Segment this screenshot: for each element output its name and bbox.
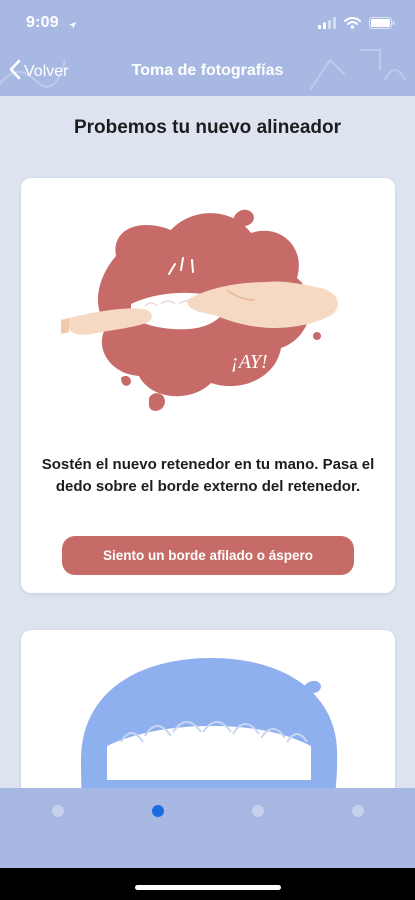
navigation-bar: Volver Toma de fotografías	[0, 52, 415, 92]
status-icons	[318, 16, 395, 34]
status-time: 9:09	[26, 14, 59, 31]
home-indicator-area	[0, 868, 415, 900]
page-dot-1[interactable]	[52, 805, 64, 817]
page-dot-4[interactable]	[352, 805, 364, 817]
page-dot-3[interactable]	[252, 805, 264, 817]
battery-icon	[369, 16, 395, 34]
page-indicator	[0, 788, 415, 868]
next-card	[21, 630, 395, 788]
home-indicator[interactable]	[135, 885, 281, 890]
cellular-signal-icon	[318, 16, 336, 34]
teeth-illustration	[81, 658, 338, 788]
instruction-text: Sostén el nuevo retenedor en tu mano. Pa…	[41, 456, 375, 495]
sharp-edge-button[interactable]: Siento un borde afilado o áspero	[62, 536, 354, 575]
page-title: Probemos tu nuevo alineador	[73, 117, 342, 138]
status-bar: 9:09	[0, 0, 415, 44]
page-dot-2-active[interactable]	[152, 805, 164, 817]
ouch-text: ¡AY!	[231, 351, 268, 373]
location-arrow-icon	[68, 17, 77, 35]
nav-title: Toma de fotografías	[131, 62, 284, 79]
instruction-card: ¡AY! Sostén el nuevo retenedor en tu man…	[21, 178, 395, 593]
content-scroll-area[interactable]: Probemos tu nuevo alineador ¡AY! Sostén …	[0, 96, 415, 788]
header: 9:09 Volver Toma de fotografías	[0, 0, 415, 96]
wifi-icon	[344, 16, 361, 34]
finger-on-aligner-illustration: ¡AY!	[61, 209, 338, 411]
